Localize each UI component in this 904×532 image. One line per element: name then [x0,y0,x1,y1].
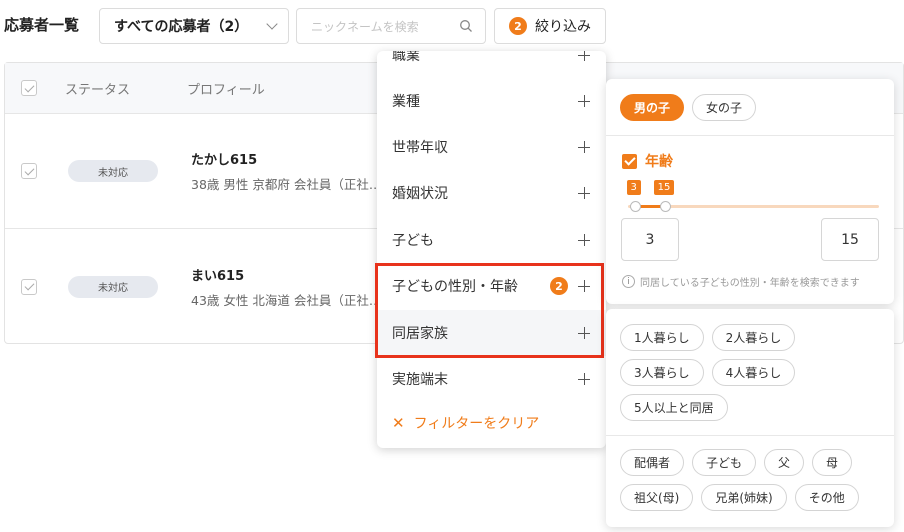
filter-item-label: 世帯年収 [392,140,448,156]
member-option-pill[interactable]: その他 [794,484,859,511]
age-min-handle[interactable] [630,201,642,212]
filter-item-label: 職業 [392,51,420,64]
column-status: ステータス [65,82,131,98]
plus-icon [578,373,590,385]
member-option-pill[interactable]: 祖父(母) [620,484,694,511]
living-option-pill[interactable]: 2人暮らし [711,324,796,351]
highlight-annotation [375,263,604,358]
plus-icon [578,234,590,246]
search-placeholder: ニックネームを検索 [311,19,419,34]
child-gender-age-panel: 男の子 女の子 年齢 3 15 3 15 i 同居している子どもの性別・年齢を検… [606,79,894,304]
living-option-pill[interactable]: 1人暮らし [620,324,704,351]
living-option-pill[interactable]: 5人以上と同居 [620,394,728,421]
age-min-input[interactable]: 3 [621,218,679,261]
column-profile: プロフィール [187,82,265,98]
filter-item-children[interactable]: 子ども [377,217,606,263]
filter-button-label: 絞り込み [535,19,591,35]
member-option-pill[interactable]: 母 [812,449,853,476]
age-checkbox[interactable] [622,153,637,169]
age-max-handle[interactable] [660,201,672,212]
plus-icon [578,51,590,61]
filter-item-label: 実施端末 [392,372,448,388]
filter-item-label: 業種 [392,94,420,110]
status-badge: 未対応 [68,275,158,298]
member-option-pill[interactable]: 子ども [692,449,757,476]
divider [606,435,894,436]
age-min-tag: 3 [626,180,641,195]
filter-item-label: 婚姻状況 [392,186,448,202]
household-members-panel: 1人暮らし 2人暮らし 3人暮らし 4人暮らし 5人以上と同居 配偶者 子ども … [606,309,894,527]
filter-button[interactable]: 2 絞り込み [494,8,606,44]
living-options: 1人暮らし 2人暮らし 3人暮らし 4人暮らし 5人以上と同居 [620,324,870,421]
filter-item-label: 子ども [392,233,434,249]
gender-pill-boy[interactable]: 男の子 [620,93,685,121]
info-icon: i [622,275,635,288]
row-checkbox[interactable] [21,163,37,179]
clear-filter-label: フィルターをクリア [413,416,540,432]
age-max-input[interactable]: 15 [821,218,879,261]
filter-menu: 職業 業種 世帯年収 婚姻状況 子ども 子どもの性別・年齢 2 同居家族 実施端… [377,51,606,448]
filter-item-industry[interactable]: 業種 [377,78,606,124]
row-checkbox[interactable] [21,278,37,295]
search-icon [460,20,472,32]
filter-item-household-income[interactable]: 世帯年収 [377,124,606,170]
plus-icon [578,187,590,199]
age-label: 年齢 [645,154,673,170]
member-option-pill[interactable]: 兄弟(姉妹) [701,484,787,511]
plus-icon [578,95,590,107]
applicant-select-label: すべての応募者（2） [114,19,249,35]
member-option-pill[interactable]: 配偶者 [620,449,685,476]
clear-filter-button[interactable]: ✕ フィルターをクリア [392,413,539,433]
member-options: 配偶者 子ども 父 母 祖父(母) 兄弟(姉妹) その他 [620,449,870,511]
applicant-select[interactable]: すべての応募者（2） [99,8,289,44]
living-option-pill[interactable]: 4人暮らし [711,359,796,386]
gender-pill-girl[interactable]: 女の子 [692,93,757,121]
filter-item-marital-status[interactable]: 婚姻状況 [377,170,606,216]
applicant-meta: 38歳 男性 京都府 会社員（正社… [191,177,382,192]
search-input[interactable]: ニックネームを検索 [296,8,486,44]
filter-item-occupation[interactable]: 職業 [377,51,606,78]
living-option-pill[interactable]: 3人暮らし [620,359,704,386]
page-title: 応募者一覧 [4,16,80,34]
applicant-meta: 43歳 女性 北海道 会社員（正社… [191,292,382,308]
member-option-pill[interactable]: 父 [764,449,805,476]
close-icon: ✕ [392,414,405,432]
status-badge: 未対応 [68,160,158,182]
applicant-name[interactable]: たかし615 [191,149,381,168]
age-max-tag: 15 [653,180,675,195]
select-all-checkbox[interactable] [21,80,37,96]
chevron-down-icon [266,18,278,30]
age-hint-text: 同居している子どもの性別・年齢を検索できます [640,278,860,289]
plus-icon [578,141,590,153]
filter-item-device[interactable]: 実施端末 [377,356,606,402]
filter-count-badge: 2 [509,17,527,35]
applicant-name[interactable]: まい615 [191,265,381,284]
